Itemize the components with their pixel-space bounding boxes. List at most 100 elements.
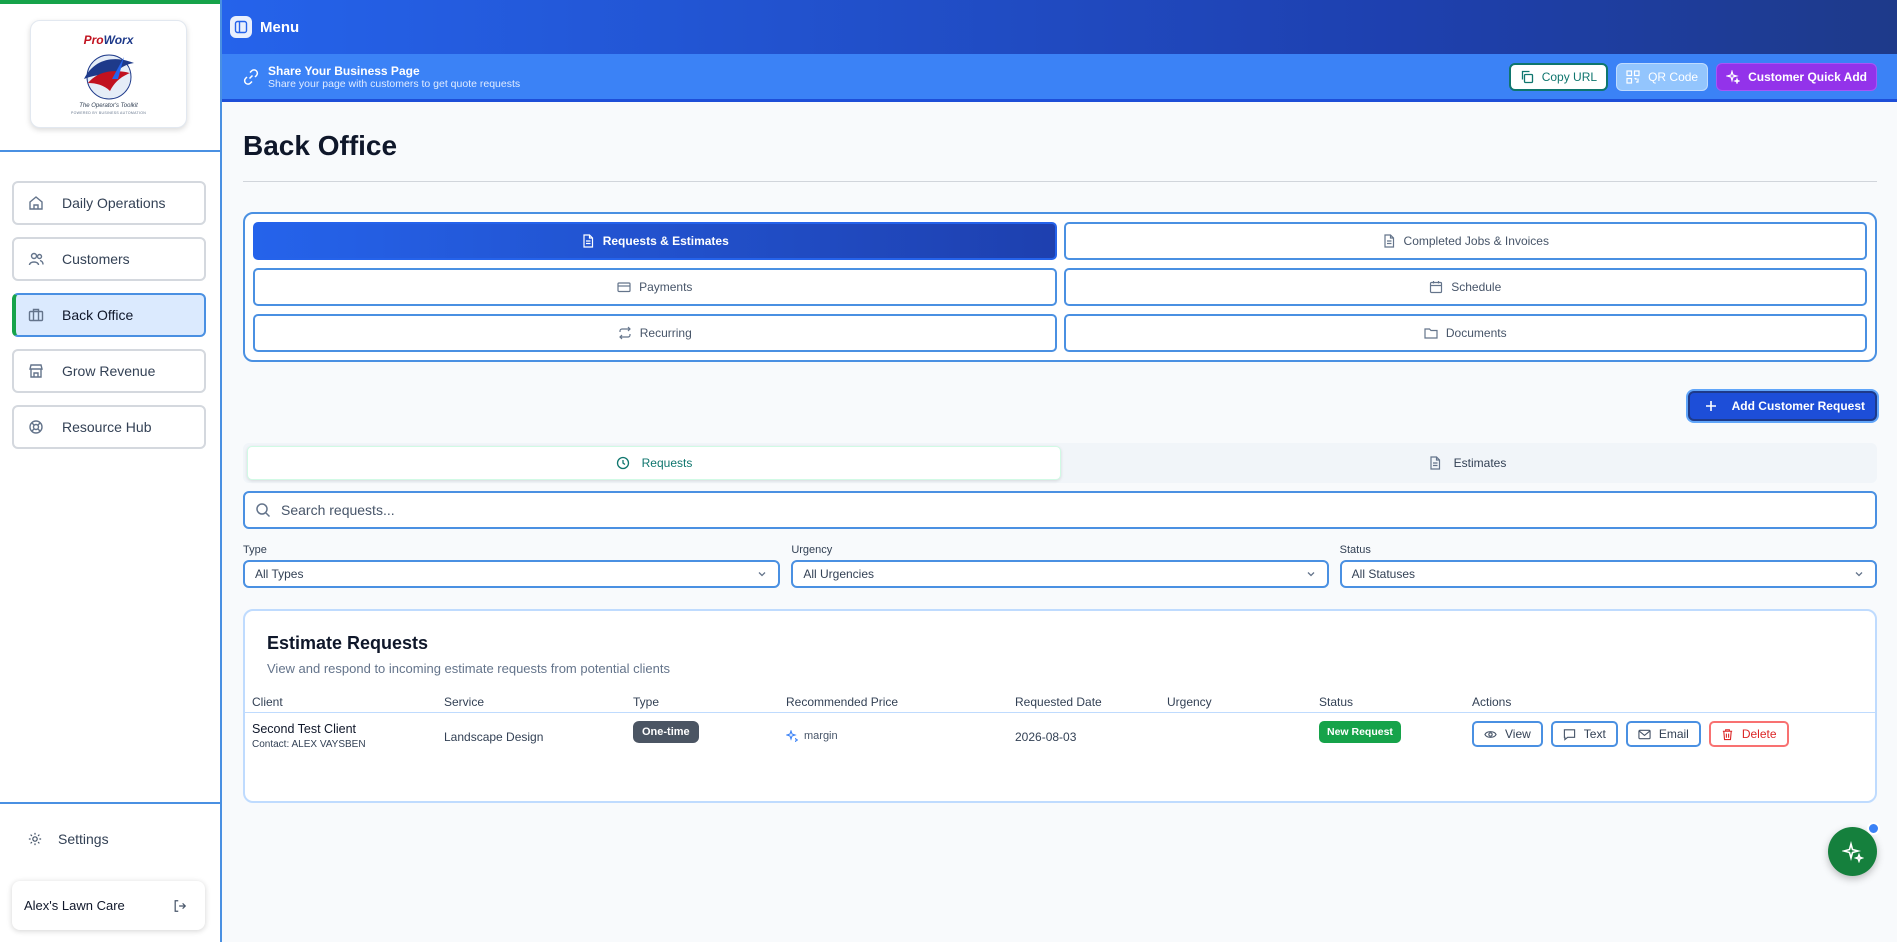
sidebar-item-resource-hub[interactable]: Resource Hub (12, 405, 206, 449)
delete-label: Delete (1741, 727, 1777, 741)
client-contact: Contact: ALEX VAYSBEN (252, 739, 366, 750)
status-select[interactable]: All Statuses (1339, 560, 1877, 588)
home-icon (28, 195, 44, 211)
filters: Type All Types Urgency All Urgencies Sta… (243, 544, 1877, 588)
sidebar-item-daily-operations[interactable]: Daily Operations (12, 181, 206, 225)
delete-button[interactable]: Delete (1708, 721, 1789, 747)
search-input[interactable] (281, 502, 1875, 518)
text-button[interactable]: Text (1550, 721, 1618, 747)
credit-card-icon (617, 280, 631, 294)
customer-quick-add-button[interactable]: Customer Quick Add (1716, 63, 1877, 91)
logout-icon[interactable] (173, 899, 187, 913)
subtab-label: Estimates (1453, 456, 1507, 470)
filter-type: Type All Types (243, 544, 781, 588)
mail-icon (1638, 728, 1651, 741)
menu-toggle-button[interactable] (230, 16, 252, 38)
users-icon (28, 251, 44, 267)
calendar-icon (1429, 280, 1443, 294)
tab-label: Requests & Estimates (602, 234, 729, 248)
clock-icon (616, 456, 630, 470)
card-subtitle: View and respond to incoming estimate re… (267, 661, 670, 676)
chevron-down-icon (1853, 568, 1865, 580)
tab-label: Recurring (639, 326, 692, 340)
tab-requests-estimates[interactable]: Requests & Estimates (253, 222, 1057, 260)
add-customer-request-button[interactable]: Add Customer Request (1687, 391, 1877, 421)
sidebar-nav: Daily Operations Customers Back Office G… (12, 181, 206, 461)
search-box (243, 491, 1877, 529)
tab-completed-jobs-invoices[interactable]: Completed Jobs & Invoices (1063, 222, 1867, 260)
column-header: Service (444, 695, 485, 709)
link-icon (242, 68, 260, 86)
card-title: Estimate Requests (267, 633, 429, 653)
urgency-select[interactable]: All Urgencies (791, 560, 1329, 588)
customer-quick-add-label: Customer Quick Add (1748, 70, 1867, 84)
section-tabs: Requests & Estimates Completed Jobs & In… (243, 212, 1877, 362)
view-label: View (1505, 727, 1531, 741)
sidebar-item-grow-revenue[interactable]: Grow Revenue (12, 349, 206, 393)
actions-cell: View Text Email Delete (1472, 721, 1789, 747)
sidebar-divider-bottom (0, 802, 220, 804)
filter-status: Status All Statuses (1339, 544, 1877, 588)
subtab-label: Requests (641, 456, 693, 470)
chevron-down-icon (756, 568, 768, 580)
tab-schedule[interactable]: Schedule (1063, 268, 1867, 306)
ai-assistant-button[interactable] (1828, 827, 1877, 876)
sparkles-icon (1726, 70, 1741, 84)
column-header: Client (252, 695, 283, 709)
type-badge: One-time (633, 721, 699, 743)
eye-icon (1484, 728, 1497, 741)
sidebar-toggle-icon (234, 20, 248, 34)
search-icon (255, 502, 271, 518)
qr-code-button[interactable]: QR Code (1616, 63, 1709, 91)
tab-recurring[interactable]: Recurring (253, 314, 1057, 352)
sparkles-icon (1841, 840, 1864, 863)
notification-dot (1867, 822, 1880, 835)
copy-url-button[interactable]: Copy URL (1508, 63, 1609, 91)
sidebar-item-label: Resource Hub (62, 419, 152, 435)
repeat-icon (618, 326, 632, 340)
tab-label: Completed Jobs & Invoices (1403, 234, 1549, 248)
top-bar: Menu (222, 0, 1897, 54)
column-header: Urgency (1167, 695, 1212, 709)
tab-payments[interactable]: Payments (253, 268, 1057, 306)
type-select[interactable]: All Types (243, 560, 781, 588)
table-header: Client Service Type Recommended Price Re… (245, 687, 1875, 713)
sidebar-item-customers[interactable]: Customers (12, 237, 206, 281)
client-cell: Second Test Client Contact: ALEX VAYSBEN (252, 722, 366, 750)
settings-link[interactable]: Settings (28, 831, 109, 847)
menu-label: Menu (260, 18, 300, 36)
column-header: Recommended Price (786, 695, 899, 709)
settings-label: Settings (58, 831, 109, 847)
qr-code-label: QR Code (1648, 70, 1699, 84)
briefcase-icon (28, 307, 44, 323)
share-title: Share Your Business Page (268, 63, 420, 78)
logo[interactable]: ProWorx The Operator's Toolkit POWERED B… (30, 20, 187, 128)
email-label: Email (1658, 727, 1689, 741)
tab-documents[interactable]: Documents (1063, 314, 1867, 352)
sidebar-accent-line (0, 0, 220, 4)
tab-label: Schedule (1451, 280, 1502, 294)
sidebar-item-label: Back Office (62, 307, 134, 323)
share-actions: Copy URL QR Code Customer Quick Add (1508, 63, 1877, 91)
sidebar-item-back-office[interactable]: Back Office (12, 293, 206, 337)
email-button[interactable]: Email (1625, 721, 1701, 747)
price-cell: margin (786, 730, 838, 742)
subtab-estimates[interactable]: Estimates (1061, 446, 1873, 480)
select-value: All Urgencies (803, 567, 875, 581)
view-button[interactable]: View (1472, 721, 1543, 747)
filter-label: Urgency (791, 544, 833, 556)
select-value: All Types (255, 567, 304, 581)
logo-title: ProWorx (83, 33, 134, 47)
table-row: Second Test Client Contact: ALEX VAYSBEN… (245, 713, 1875, 765)
tab-label: Payments (639, 280, 693, 294)
type-cell: One-time (633, 721, 699, 743)
add-customer-request-label: Add Customer Request (1731, 399, 1865, 413)
logo-subline: POWERED BY BUSINESS AUTOMATION (70, 111, 147, 115)
business-name: Alex's Lawn Care (24, 898, 125, 913)
subtab-requests[interactable]: Requests (247, 446, 1061, 480)
column-header: Requested Date (1015, 695, 1102, 709)
estimate-requests-card: Estimate Requests View and respond to in… (243, 609, 1877, 803)
column-header: Type (633, 695, 660, 709)
service-cell: Landscape Design (444, 730, 544, 744)
select-value: All Statuses (1351, 567, 1416, 581)
